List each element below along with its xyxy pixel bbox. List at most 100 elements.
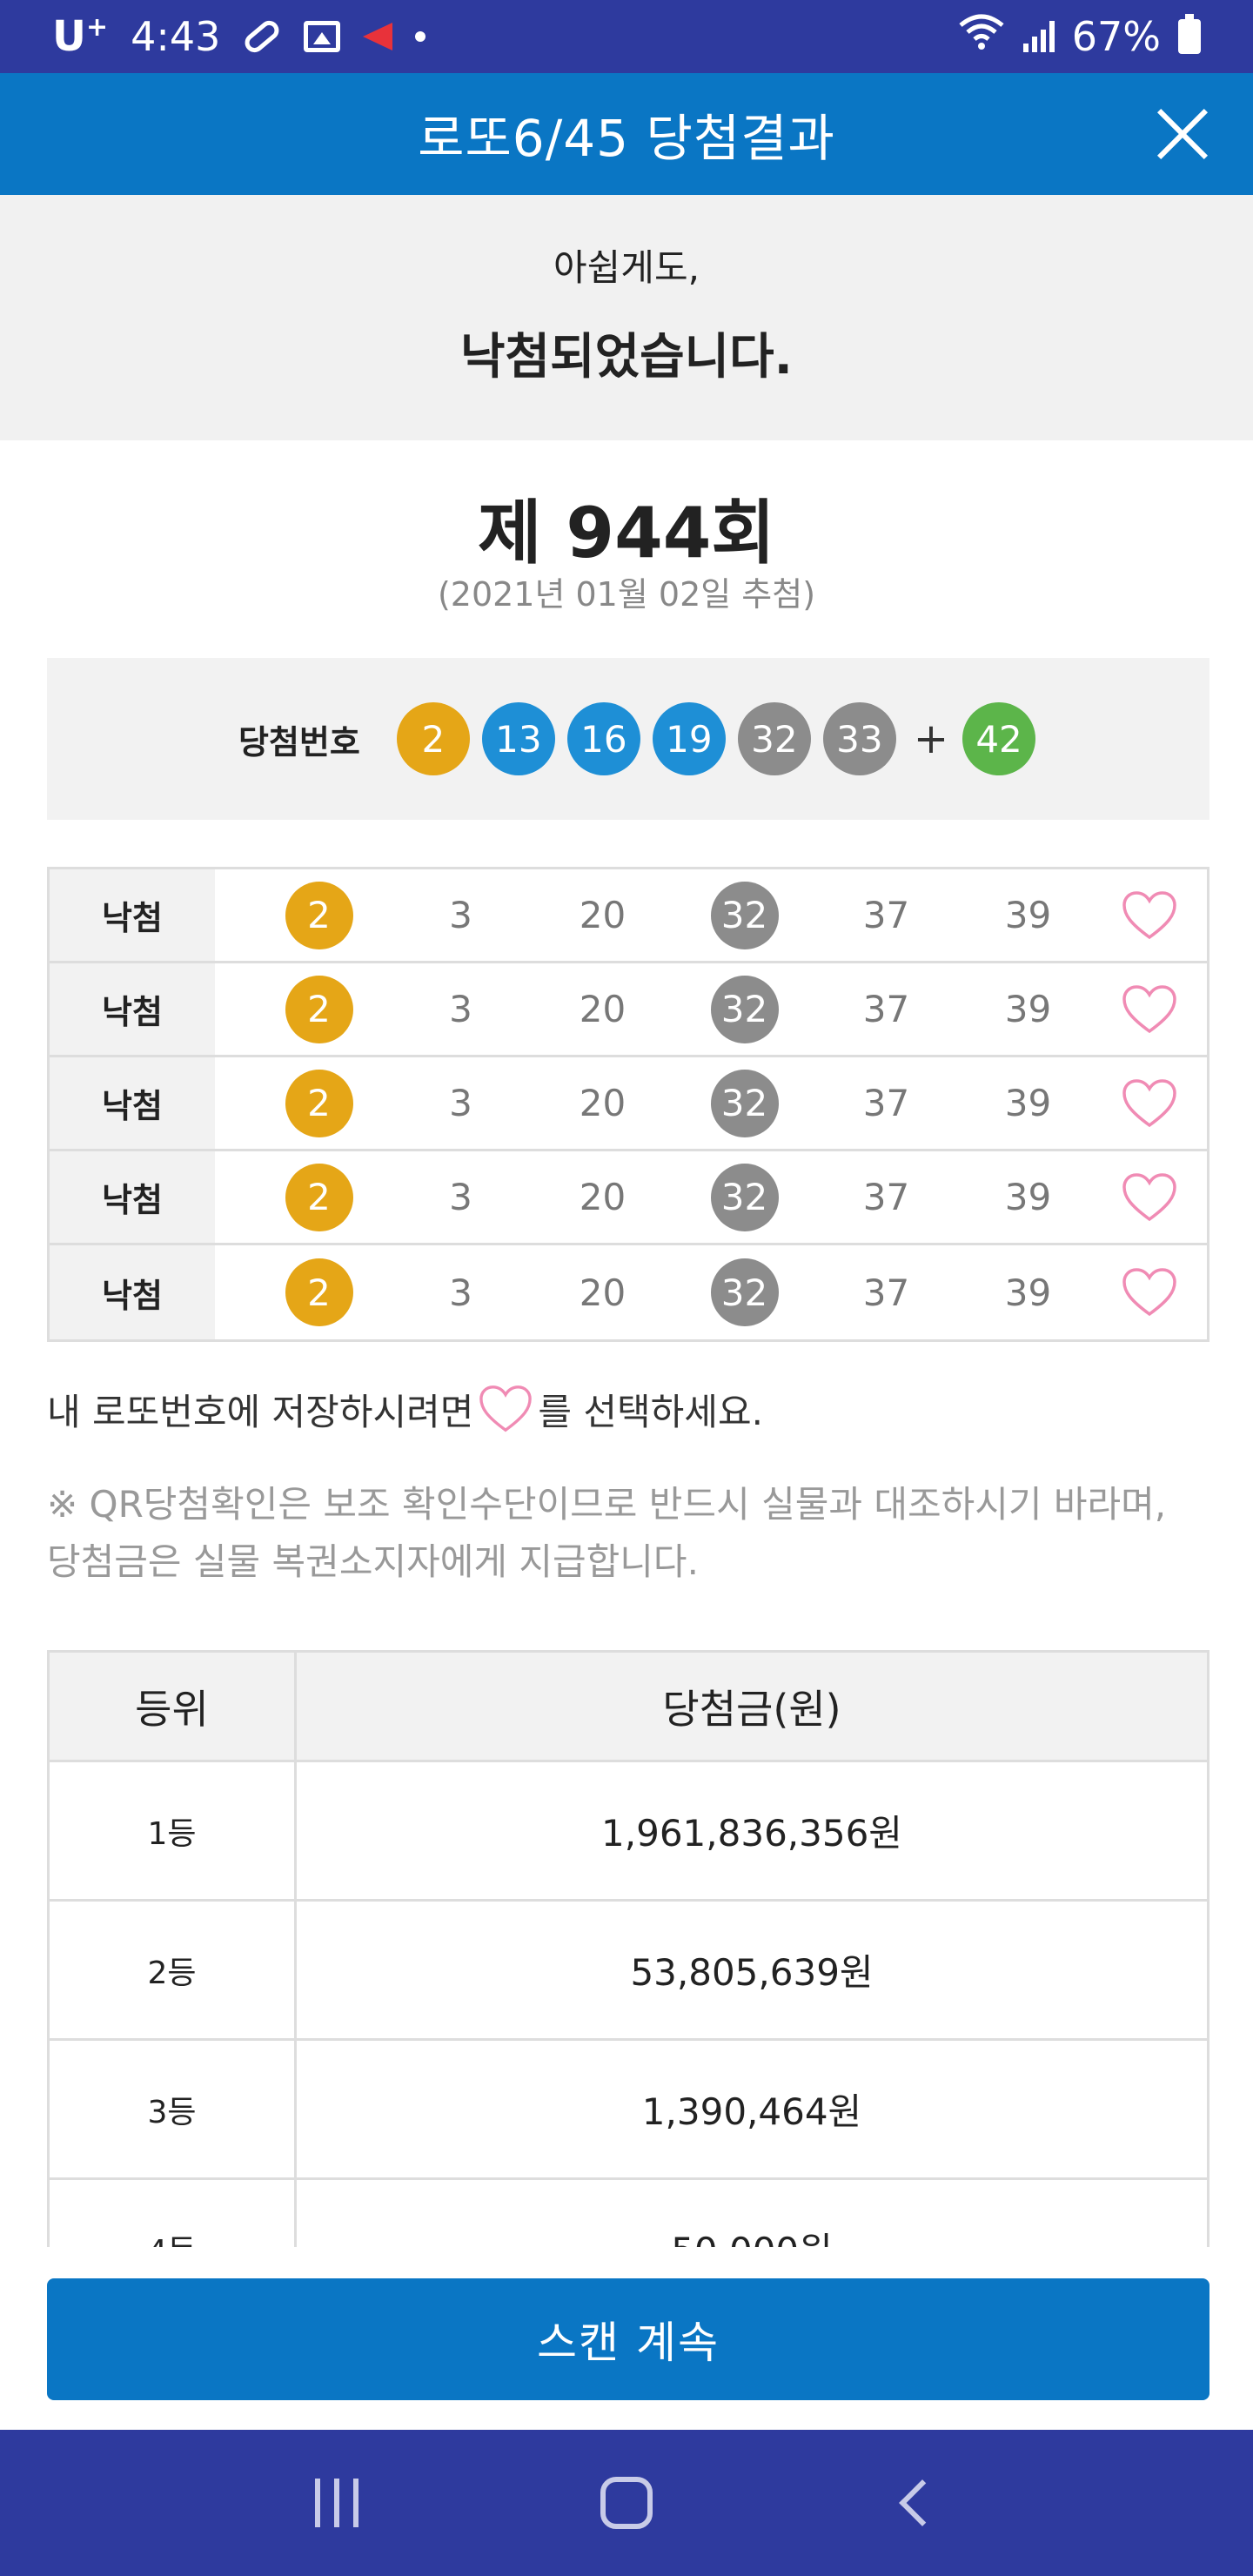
amount-cell: 50,000원: [294, 2177, 1209, 2247]
game-row: 낙첨 2 3 20 32 37 39: [50, 1151, 1207, 1245]
heart-icon: [1122, 1078, 1176, 1127]
battery-percent: 67%: [1071, 13, 1161, 60]
megaphone-icon: [363, 23, 393, 50]
table-row: 4등 50,000원: [47, 2177, 1209, 2247]
signal-icon: [1022, 21, 1055, 52]
save-heart-button[interactable]: [1115, 1163, 1184, 1232]
notice-line: ※ QR당첨확인은 보조 확인수단이므로 반드시 실물과 대조하시기 바라며,: [47, 1483, 1167, 1526]
game-number: 3: [449, 1271, 472, 1314]
game-number: 32: [710, 881, 779, 949]
status-bar: U+ 4:43 67%: [0, 0, 1253, 73]
notice-text: ※ QR당첨확인은 보조 확인수단이므로 반드시 실물과 대조하시기 바라며, …: [47, 1476, 1213, 1591]
recents-button[interactable]: [293, 2459, 380, 2546]
draw-date: (2021년 01월 02일 추첨): [437, 575, 816, 614]
heart-icon: [479, 1385, 533, 1432]
game-number: 32: [710, 975, 779, 1043]
result-message: 낙첨되었습니다.: [460, 329, 793, 386]
recents-icon: [314, 2479, 358, 2527]
close-button[interactable]: [1152, 104, 1211, 164]
winning-ball: 33: [822, 702, 896, 775]
prize-table-scroll[interactable]: 등위 당첨금(원) 1등 1,961,836,356원 2등 53,805,63…: [47, 1650, 1209, 2247]
game-number: 39: [1004, 988, 1052, 1030]
app-header: 로또6/45 당첨결과: [0, 73, 1253, 195]
game-number: 39: [1004, 1271, 1052, 1314]
my-numbers-table: 낙첨 2 3 20 32 37 39 낙첨 2 3 20 32 37 39 낙첨…: [47, 867, 1209, 1342]
winning-ball: 32: [737, 702, 811, 775]
game-result: 낙첨: [50, 1057, 215, 1149]
save-heart-button[interactable]: [1115, 1069, 1184, 1138]
game-number: 2: [285, 975, 353, 1043]
game-number: 20: [579, 988, 626, 1030]
result-subtext: 아쉽게도,: [553, 246, 700, 289]
clock: 4:43: [131, 13, 221, 60]
game-number: 3: [449, 1082, 472, 1124]
game-number: 37: [862, 1176, 910, 1218]
game-number: 3: [449, 894, 472, 936]
game-number: 20: [579, 1082, 626, 1124]
winning-ball: 16: [566, 702, 640, 775]
column-header: 등위: [47, 1650, 297, 1762]
game-number: 20: [579, 1271, 626, 1314]
game-row: 낙첨 2 3 20 32 37 39: [50, 963, 1207, 1057]
winning-numbers-box: 당첨번호 2 13 16 19 32 33 + 42: [47, 658, 1209, 820]
table-row: 3등 1,390,464원: [47, 2038, 1209, 2180]
battery-icon: [1178, 14, 1201, 54]
heart-icon: [1122, 1268, 1176, 1317]
save-hint-after: 를 선택하세요.: [538, 1390, 763, 1433]
game-result: 낙첨: [50, 1151, 215, 1243]
save-heart-button[interactable]: [1115, 1258, 1184, 1327]
amount-cell: 53,805,639원: [294, 1899, 1209, 2041]
back-icon: [899, 2479, 947, 2526]
game-number: 37: [862, 988, 910, 1030]
save-hint: 내 로또번호에 저장하시려면 를 선택하세요.: [47, 1382, 763, 1436]
rank-cell: 1등: [47, 1760, 297, 1902]
game-result: 낙첨: [50, 869, 215, 961]
back-button[interactable]: [873, 2459, 960, 2546]
home-button[interactable]: [583, 2459, 670, 2546]
game-number: 37: [862, 894, 910, 936]
game-number: 20: [579, 1176, 626, 1218]
game-number: 2: [285, 881, 353, 949]
save-heart-button[interactable]: [1115, 881, 1184, 950]
game-number: 3: [449, 988, 472, 1030]
winning-label: 당첨번호: [238, 722, 360, 761]
winning-ball: 2: [396, 702, 470, 775]
navigation-bar: [0, 2430, 1253, 2576]
game-row: 낙첨 2 3 20 32 37 39: [50, 1245, 1207, 1339]
game-number: 20: [579, 894, 626, 936]
amount-cell: 1,390,464원: [294, 2038, 1209, 2180]
more-notifications-icon: [415, 31, 426, 42]
game-result: 낙첨: [50, 963, 215, 1055]
gallery-icon: [304, 21, 341, 52]
wifi-icon: [957, 13, 1006, 60]
column-header: 당첨금(원): [294, 1650, 1209, 1762]
heart-icon: [1122, 890, 1176, 939]
game-number: 2: [285, 1163, 353, 1231]
game-number: 32: [710, 1163, 779, 1231]
game-number: 2: [285, 1258, 353, 1326]
prize-table: 등위 당첨금(원) 1등 1,961,836,356원 2등 53,805,63…: [47, 1650, 1209, 2247]
game-number: 37: [862, 1271, 910, 1314]
winning-ball: 19: [652, 702, 726, 775]
game-number: 39: [1004, 894, 1052, 936]
continue-scan-button[interactable]: 스캔 계속: [47, 2278, 1209, 2400]
rank-cell: 2등: [47, 1899, 297, 2041]
game-number: 39: [1004, 1082, 1052, 1124]
result-banner: 아쉽게도, 낙첨되었습니다.: [0, 195, 1253, 440]
amount-cell: 1,961,836,356원: [294, 1760, 1209, 1902]
bonus-ball: 42: [962, 702, 1036, 775]
winning-ball: 13: [481, 702, 555, 775]
home-icon: [600, 2477, 653, 2529]
game-number: 37: [862, 1082, 910, 1124]
save-hint-before: 내 로또번호에 저장하시려면: [47, 1390, 474, 1433]
round-title: 제 944회: [477, 493, 776, 574]
save-heart-button[interactable]: [1115, 975, 1184, 1044]
pill-icon: [241, 17, 284, 57]
table-row: 1등 1,961,836,356원: [47, 1760, 1209, 1902]
heart-icon: [1122, 1172, 1176, 1221]
rank-cell: 3등: [47, 2038, 297, 2180]
page-title: 로또6/45 당첨결과: [418, 109, 835, 168]
plus-sign: +: [913, 714, 949, 763]
rank-cell: 4등: [47, 2177, 297, 2247]
game-result: 낙첨: [50, 1245, 215, 1339]
